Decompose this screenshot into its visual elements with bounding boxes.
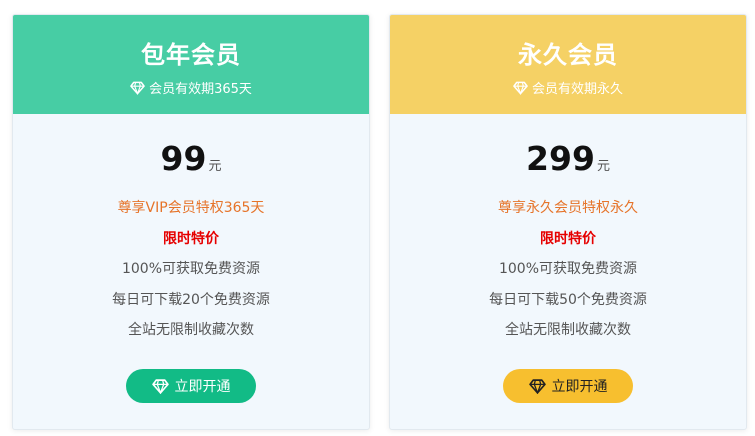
activate-button[interactable]: 立即开通: [126, 369, 256, 403]
feature-item: 100%可获取免费资源: [498, 261, 638, 277]
pricing-page: 包年会员 会员有效期365天 99 元 尊享VIP会员特权365天 限时特价 10…: [0, 0, 755, 436]
plan-price: 299 元: [390, 139, 746, 178]
diamond-icon: [513, 81, 528, 95]
plan-header: 永久会员 会员有效期永久: [390, 15, 746, 114]
activate-button-label: 立即开通: [551, 379, 608, 395]
plan-title: 包年会员: [141, 41, 241, 69]
feature-highlight: 尊享永久会员特权永久: [498, 200, 638, 216]
plan-header: 包年会员 会员有效期365天: [13, 15, 369, 114]
plan-card-lifetime: 永久会员 会员有效期永久 299 元 尊享永久会员特权永久 限时特价 100%可获…: [389, 14, 747, 430]
diamond-icon: [151, 378, 169, 394]
feature-special-price: 限时特价: [540, 230, 596, 247]
plan-subtitle: 会员有效期365天: [13, 78, 369, 97]
plan-subtitle-text: 会员有效期365天: [149, 82, 252, 97]
feature-item: 全站无限制收藏次数: [505, 322, 631, 338]
price-unit: 元: [208, 159, 222, 174]
feature-item: 100%可获取免费资源: [121, 261, 261, 277]
diamond-icon: [528, 378, 546, 394]
feature-item: 每日可下载50个免费资源: [489, 291, 647, 308]
plan-title: 永久会员: [518, 41, 618, 69]
plan-price: 99 元: [13, 139, 369, 178]
feature-item: 每日可下载20个免费资源: [112, 291, 270, 308]
diamond-icon: [130, 81, 145, 95]
feature-item: 全站无限制收藏次数: [128, 322, 254, 338]
feature-special-price: 限时特价: [163, 230, 219, 247]
price-unit: 元: [596, 159, 610, 174]
feature-list: 尊享VIP会员特权365天 限时特价 100%可获取免费资源 每日可下载20个免…: [13, 193, 369, 346]
plan-subtitle-text: 会员有效期永久: [531, 82, 623, 97]
plan-card-yearly: 包年会员 会员有效期365天 99 元 尊享VIP会员特权365天 限时特价 10…: [12, 14, 370, 430]
activate-button-label: 立即开通: [174, 379, 231, 395]
feature-list: 尊享永久会员特权永久 限时特价 100%可获取免费资源 每日可下载50个免费资源…: [390, 193, 746, 346]
activate-button[interactable]: 立即开通: [503, 369, 633, 403]
price-value: 99: [160, 139, 207, 178]
price-value: 299: [526, 139, 595, 178]
feature-highlight: 尊享VIP会员特权365天: [117, 200, 265, 216]
plan-subtitle: 会员有效期永久: [390, 78, 746, 97]
